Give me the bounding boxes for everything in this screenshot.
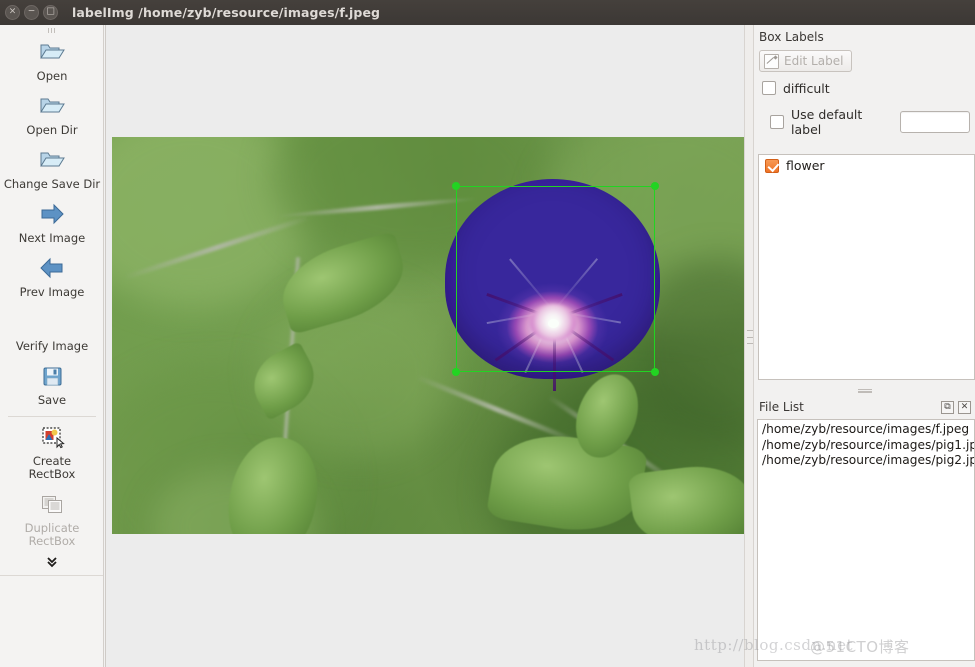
title-bar: × − □ labelImg /home/zyb/resource/images… — [0, 0, 975, 25]
use-default-label-checkbox[interactable] — [770, 114, 784, 129]
bbox-handle-top-right[interactable] — [651, 182, 659, 190]
bbox-handle-top-left[interactable] — [452, 182, 460, 190]
label-list[interactable]: flower — [758, 154, 975, 380]
chevron-double-down-icon — [47, 557, 57, 568]
default-label-input[interactable] — [900, 110, 970, 133]
toolbar-item-save[interactable]: Save — [0, 359, 103, 413]
create-rectbox-icon — [37, 424, 67, 450]
toolbar-label: Duplicate RectBox — [24, 521, 80, 548]
floppy-disk-icon — [37, 363, 67, 389]
toolbar-label: Open Dir — [26, 123, 78, 137]
list-item[interactable]: flower — [759, 155, 974, 176]
toolbar-item-prev-image[interactable]: Prev Image — [0, 251, 103, 305]
arrow-left-icon — [37, 255, 67, 281]
toolbar-label: Prev Image — [19, 285, 85, 299]
toolbar-label: Next Image — [18, 231, 86, 245]
close-icon[interactable]: ✕ — [958, 400, 971, 414]
arrow-right-icon — [37, 201, 67, 227]
annotated-photo[interactable] — [112, 137, 746, 534]
bounding-box-flower[interactable] — [452, 182, 659, 376]
bbox-handle-bottom-right[interactable] — [651, 368, 659, 376]
use-default-label-text: Use default label — [791, 106, 863, 137]
open-folder-icon — [37, 39, 67, 65]
box-labels-title: Box Labels — [759, 30, 824, 44]
toolbar-grip[interactable] — [0, 25, 103, 35]
difficult-checkbox-row[interactable]: difficult — [762, 81, 970, 96]
toolbar-item-create-rectbox[interactable]: Create RectBox — [0, 420, 103, 487]
open-folder-icon — [37, 93, 67, 119]
toolbar-label: Create RectBox — [28, 454, 76, 481]
toolbar-label: Verify Image — [15, 339, 89, 353]
file-list-title: File List — [759, 400, 804, 414]
edit-pencil-icon — [764, 53, 779, 69]
bbox-handle-bottom-left[interactable] — [452, 368, 460, 376]
panel-splitter[interactable] — [744, 25, 754, 667]
list-item[interactable]: /home/zyb/resource/images/pig1.jpeg — [759, 438, 974, 454]
label-checkbox-flower[interactable] — [765, 158, 779, 173]
right-panel: Box Labels Edit Label difficult Use defa… — [754, 25, 975, 667]
toolbar-label: Change Save Dir — [3, 177, 101, 191]
toolbar-item-open-dir[interactable]: Open Dir — [0, 89, 103, 143]
list-item[interactable]: /home/zyb/resource/images/f.jpeg — [759, 422, 974, 438]
verify-icon — [37, 309, 67, 335]
left-toolbar: Open Open Dir Change Save Dir Next Image… — [0, 25, 104, 667]
difficult-checkbox[interactable] — [762, 81, 776, 95]
label-text: flower — [786, 158, 825, 173]
toolbar-item-verify-image[interactable]: Verify Image — [0, 305, 103, 359]
minimize-icon: − — [27, 6, 36, 17]
close-icon: × — [8, 6, 17, 17]
toolbar-separator — [7, 416, 96, 417]
toolbar-item-next-image[interactable]: Next Image — [0, 197, 103, 251]
file-list-header-actions: ⧉ ✕ — [941, 400, 971, 414]
toolbar-label: Save — [37, 393, 67, 407]
dock-splitter[interactable] — [754, 387, 975, 395]
toolbar-item-change-save-dir[interactable]: Change Save Dir — [0, 143, 103, 197]
splitter-grip[interactable] — [747, 330, 753, 344]
box-labels-header: Box Labels — [754, 27, 975, 47]
window-controls: × − □ — [5, 5, 58, 20]
maximize-icon: □ — [46, 6, 55, 17]
image-canvas-area[interactable] — [105, 25, 748, 667]
float-icon[interactable]: ⧉ — [941, 400, 954, 414]
toolbar-item-open[interactable]: Open — [0, 35, 103, 89]
toolbar-label: Open — [36, 69, 68, 83]
minimize-button[interactable]: − — [24, 5, 39, 20]
edit-label-button[interactable]: Edit Label — [759, 50, 853, 72]
toolbar-expand-button[interactable] — [0, 554, 103, 569]
duplicate-rectbox-icon — [37, 491, 67, 517]
close-button[interactable]: × — [5, 5, 20, 20]
labelimg-window: × − □ labelImg /home/zyb/resource/images… — [0, 0, 975, 667]
maximize-button[interactable]: □ — [43, 5, 58, 20]
open-folder-icon — [37, 147, 67, 173]
image-canvas[interactable] — [112, 137, 746, 534]
difficult-label: difficult — [783, 80, 830, 96]
file-list-dock: File List ⧉ ✕ /home/zyb/resource/images/… — [754, 397, 975, 665]
use-default-label-row[interactable]: Use default label — [770, 107, 892, 137]
box-labels-dock: Box Labels Edit Label difficult Use defa… — [754, 27, 975, 387]
toolbar-bottom-divider — [0, 575, 103, 576]
file-list-header: File List ⧉ ✕ — [754, 397, 975, 417]
list-item[interactable]: /home/zyb/resource/images/pig2.jpg — [759, 453, 974, 469]
toolbar-item-duplicate-rectbox[interactable]: Duplicate RectBox — [0, 487, 103, 554]
file-list[interactable]: /home/zyb/resource/images/f.jpeg /home/z… — [757, 419, 975, 661]
window-title: labelImg /home/zyb/resource/images/f.jpe… — [72, 5, 381, 20]
edit-label-text: Edit Label — [784, 54, 844, 68]
